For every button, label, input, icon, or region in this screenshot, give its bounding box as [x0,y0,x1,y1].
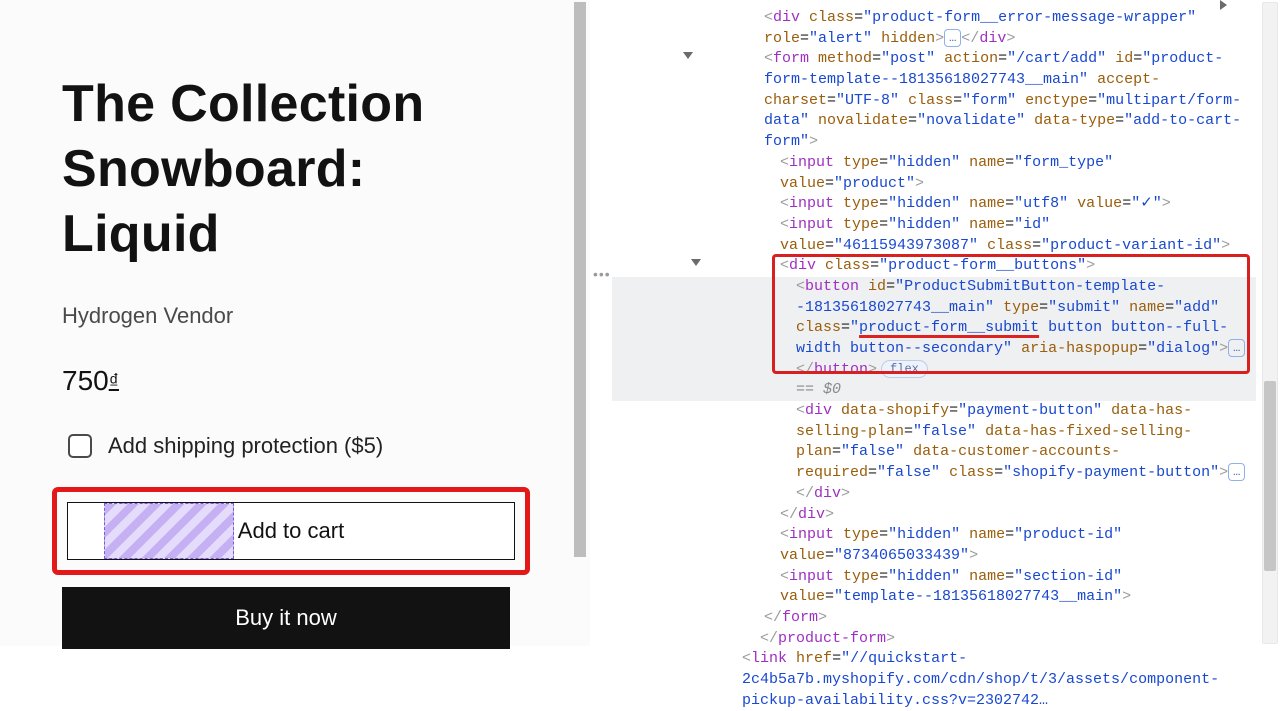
dom-node-product-form-close[interactable]: </product-form> [612,629,1256,650]
padding-overlay-left [104,503,234,559]
dom-node-link[interactable]: <link href="//quickstart-2c4b5a7b.myshop… [612,649,1256,711]
dom-node-input-product-id[interactable]: <input type="hidden" name="product-id" v… [612,525,1256,566]
devtools-scrollbar[interactable] [1262,2,1278,644]
dom-node-error-wrapper[interactable]: <div class="product-form__error-message-… [612,8,1256,49]
selected-node-marker: == $0 [796,381,841,398]
dom-node-payment-button[interactable]: <div data-shopify="payment-button" data-… [612,401,1256,504]
pane-drag-dots-icon[interactable]: ••• [593,266,611,282]
product-title: The Collection Snowboard: Liquid [62,72,518,267]
collapse-triangle-icon[interactable] [691,259,701,266]
devtools-scrollbar-thumb[interactable] [1264,381,1276,571]
add-to-cart-label: Add to cart [234,518,348,544]
dom-node-input-variant-id[interactable]: <input type="hidden" name="id" value="46… [612,215,1256,256]
dom-node-input-utf8[interactable]: <input type="hidden" name="utf8" value="… [612,194,1256,215]
product-price: 750₫ [62,365,518,397]
app-root: The Collection Snowboard: Liquid Hydroge… [0,0,1280,646]
dom-node-submit-button[interactable]: <button id="ProductSubmitButton-template… [612,277,1256,401]
dom-node-form[interactable]: <form method="post" action="/cart/add" i… [612,49,1256,152]
ellipsis-pill[interactable]: … [944,29,961,47]
inspect-highlight-frame: Add to cart [52,487,530,575]
dom-node-buttons-div[interactable]: <div class="product-form__buttons"> [612,256,1256,277]
dom-tree[interactable]: <div class="product-form__error-message-… [610,0,1258,646]
ellipsis-pill[interactable]: … [1228,339,1245,357]
preview-scrollbar[interactable] [573,2,587,644]
buy-now-label: Buy it now [235,605,337,631]
price-currency: ₫ [109,371,119,393]
product-content: The Collection Snowboard: Liquid Hydroge… [0,0,580,646]
devtools-elements-panel: <div class="product-form__error-message-… [610,0,1280,646]
shipping-protection-row[interactable]: Add shipping protection ($5) [68,433,518,459]
buy-now-button[interactable]: Buy it now [62,587,510,649]
flex-badge[interactable]: flex [881,360,928,378]
panel-divider[interactable] [590,0,610,646]
preview-scrollbar-thumb[interactable] [574,2,586,557]
dom-node-input-section-id[interactable]: <input type="hidden" name="section-id" v… [612,567,1256,608]
shipping-protection-label: Add shipping protection ($5) [108,433,383,459]
dom-node-form-close[interactable]: </form> [612,608,1256,629]
dom-node-input-formtype[interactable]: <input type="hidden" name="form_type" va… [612,153,1256,194]
dom-node-div-close[interactable]: </div> [612,505,1256,526]
checkbox-icon[interactable] [68,434,92,458]
expand-triangle-icon[interactable] [1220,0,1227,10]
product-vendor: Hydrogen Vendor [62,303,518,329]
product-preview-pane: The Collection Snowboard: Liquid Hydroge… [0,0,590,646]
price-value: 750 [62,365,109,396]
ellipsis-pill[interactable]: … [1228,463,1245,481]
collapse-triangle-icon[interactable] [683,52,693,59]
add-to-cart-button[interactable]: Add to cart [67,502,515,560]
